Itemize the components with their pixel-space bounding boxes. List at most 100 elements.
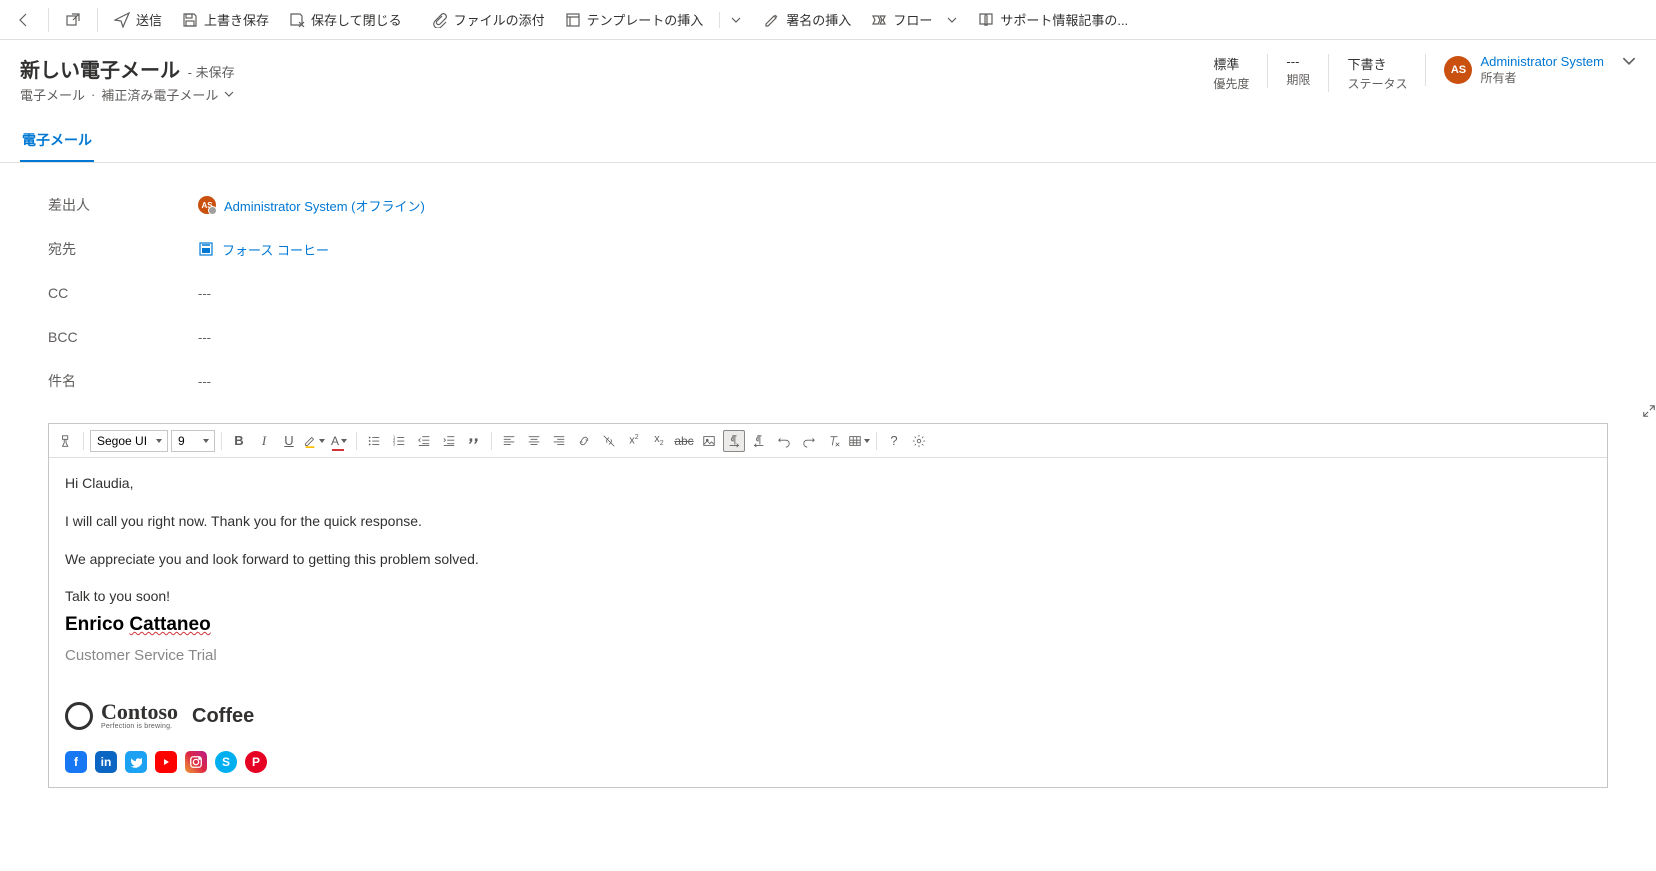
format-painter-button[interactable] [55, 430, 77, 452]
ltr-button[interactable] [723, 430, 745, 452]
attach-button[interactable]: ファイルの添付 [424, 4, 553, 36]
status-field[interactable]: 下書き ステータス [1328, 54, 1407, 92]
entity-name: 電子メール [20, 85, 85, 104]
youtube-icon[interactable] [155, 751, 177, 773]
due-label: 期限 [1286, 71, 1310, 88]
outdent-button[interactable] [413, 430, 435, 452]
save-icon [182, 12, 198, 28]
priority-label: 優先度 [1213, 75, 1249, 92]
paperclip-icon [432, 12, 448, 28]
signature-label: 署名の挿入 [786, 10, 851, 29]
save-close-label: 保存して閉じる [311, 10, 402, 29]
bold-button[interactable]: B [228, 430, 250, 452]
flow-dropdown[interactable] [944, 4, 960, 36]
cc-row: CC --- [48, 271, 1608, 315]
undo-button[interactable] [773, 430, 795, 452]
twitter-icon[interactable] [125, 751, 147, 773]
clear-format-button[interactable] [823, 430, 845, 452]
settings-button[interactable] [908, 430, 930, 452]
editor-body[interactable]: Hi Claudia, I will call you right now. T… [49, 458, 1607, 787]
template-label: テンプレートの挿入 [587, 10, 704, 29]
due-value: --- [1286, 54, 1299, 69]
skype-icon[interactable]: S [215, 751, 237, 773]
linkedin-icon[interactable]: in [95, 751, 117, 773]
blockquote-button[interactable] [463, 430, 485, 452]
font-size-select[interactable]: 9 [171, 430, 215, 452]
from-row: 差出人 AS Administrator System (オフライン) [48, 183, 1608, 227]
bullet-list-button[interactable] [363, 430, 385, 452]
signature-icon [764, 12, 780, 28]
cc-value[interactable]: --- [198, 286, 211, 301]
popout-button[interactable] [57, 4, 89, 36]
template-dropdown[interactable] [728, 4, 744, 36]
save-button[interactable]: 上書き保存 [174, 4, 277, 36]
due-field[interactable]: --- 期限 [1267, 54, 1310, 88]
subject-row: 件名 --- [48, 359, 1608, 403]
brand-tagline: Perfection is brewing. [101, 723, 178, 730]
indent-button[interactable] [438, 430, 460, 452]
link-button[interactable] [573, 430, 595, 452]
separator [48, 8, 49, 32]
italic-button[interactable]: I [253, 430, 275, 452]
separator [356, 432, 357, 450]
template-icon [565, 12, 581, 28]
facebook-icon[interactable]: f [65, 751, 87, 773]
arrow-left-icon [16, 12, 32, 28]
signature-name: Enrico Cattaneo [65, 609, 1591, 641]
separator [876, 432, 877, 450]
breadcrumb[interactable]: 電子メール · 補正済み電子メール [20, 85, 235, 104]
rtl-button[interactable] [748, 430, 770, 452]
to-name: フォース コーヒー [222, 240, 329, 259]
table-button[interactable] [848, 430, 870, 452]
brand-name: Contoso [101, 701, 178, 723]
kb-button[interactable]: サポート情報記事の... [970, 4, 1136, 36]
underline-button[interactable]: U [278, 430, 300, 452]
from-value[interactable]: AS Administrator System (オフライン) [198, 196, 425, 215]
separator [97, 8, 98, 32]
send-button[interactable]: 送信 [106, 4, 170, 36]
bcc-value[interactable]: --- [198, 330, 211, 345]
template-button[interactable]: テンプレートの挿入 [557, 4, 712, 36]
subject-value[interactable]: --- [198, 374, 211, 389]
font-color-button[interactable]: A [328, 430, 350, 452]
from-name: Administrator System (オフライン) [224, 196, 425, 215]
from-avatar: AS [198, 196, 216, 214]
owner-field[interactable]: AS Administrator System 所有者 [1425, 54, 1604, 86]
strikethrough-button[interactable]: abc [673, 430, 695, 452]
from-label: 差出人 [48, 195, 198, 215]
tab-email[interactable]: 電子メール [20, 122, 94, 162]
signature-title: Customer Service Trial [65, 643, 1591, 669]
flow-button[interactable]: フロー [863, 4, 940, 36]
contoso-ring-icon [65, 702, 93, 730]
send-icon [114, 12, 130, 28]
bcc-label: BCC [48, 329, 198, 345]
instagram-icon[interactable] [185, 751, 207, 773]
align-left-button[interactable] [498, 430, 520, 452]
header-expand-button[interactable] [1622, 54, 1636, 68]
align-right-button[interactable] [548, 430, 570, 452]
subscript-button[interactable]: x2 [648, 430, 670, 452]
number-list-button[interactable]: 123 [388, 430, 410, 452]
owner-label: 所有者 [1480, 69, 1604, 86]
save-close-button[interactable]: 保存して閉じる [281, 4, 410, 36]
superscript-button[interactable]: x2 [623, 430, 645, 452]
back-button[interactable] [8, 4, 40, 36]
signature-button[interactable]: 署名の挿入 [756, 4, 859, 36]
expand-editor-button[interactable] [1642, 404, 1656, 421]
save-label: 上書き保存 [204, 10, 269, 29]
form-name: 補正済み電子メール [101, 85, 218, 104]
highlight-button[interactable] [303, 430, 325, 452]
redo-button[interactable] [798, 430, 820, 452]
insert-image-button[interactable] [698, 430, 720, 452]
save-close-icon [289, 12, 305, 28]
pinterest-icon[interactable]: P [245, 751, 267, 773]
attach-label: ファイルの添付 [454, 10, 545, 29]
help-button[interactable]: ? [883, 430, 905, 452]
to-value[interactable]: フォース コーヒー [198, 240, 329, 259]
priority-field[interactable]: 標準 優先度 [1213, 54, 1249, 92]
align-center-button[interactable] [523, 430, 545, 452]
unlink-button[interactable] [598, 430, 620, 452]
font-family-select[interactable]: Segoe UI [90, 430, 168, 452]
flow-label: フロー [893, 10, 932, 29]
owner-name: Administrator System [1480, 54, 1604, 69]
